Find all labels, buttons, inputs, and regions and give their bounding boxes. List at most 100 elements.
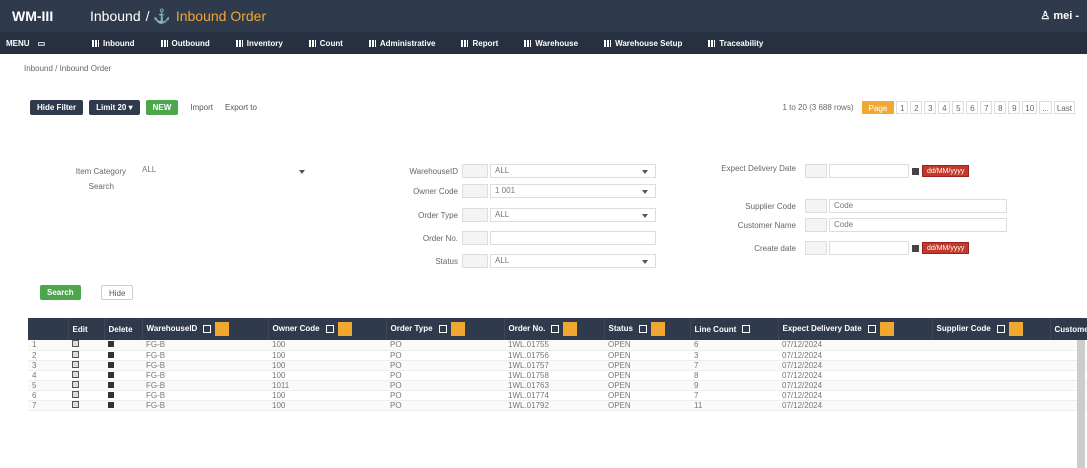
delete-icon[interactable] xyxy=(108,371,114,378)
customer-name-input[interactable]: Code xyxy=(829,218,1007,232)
user-menu[interactable]: ♙ mei - xyxy=(1040,9,1079,22)
col-line-count[interactable]: Line Count xyxy=(690,318,779,340)
menu-inventory[interactable]: Inventory xyxy=(235,39,283,48)
table-row[interactable]: 5 FG-B 1011 PO 1WL.01763 OPEN 9 07/12/2024 xyxy=(28,380,1087,391)
supplier-code-input[interactable]: Code xyxy=(829,199,1007,213)
page-4[interactable]: 4 xyxy=(938,101,951,114)
app-brand[interactable]: WM-III xyxy=(0,8,90,24)
table-row[interactable]: 4 FG-B 100 PO 1WL.01758 OPEN 8 07/12/2024 xyxy=(28,370,1087,381)
table-row[interactable]: 3 FG-B 100 PO 1WL.01757 OPEN 7 07/12/2024 xyxy=(28,360,1087,371)
col-order-no[interactable]: Order No. xyxy=(504,318,605,340)
edit-icon[interactable] xyxy=(72,350,79,358)
edit-icon[interactable] xyxy=(72,340,79,348)
delete-icon[interactable] xyxy=(108,381,114,388)
menu-administrative[interactable]: Administrative xyxy=(368,39,435,48)
edit-icon[interactable] xyxy=(72,380,79,388)
filter-icon[interactable] xyxy=(742,325,751,334)
status-op[interactable] xyxy=(462,254,488,268)
table-row[interactable]: 7 FG-B 100 PO 1WL.01792 OPEN 11 07/12/2024 xyxy=(28,400,1087,411)
vertical-scrollbar[interactable] xyxy=(1077,340,1085,468)
filter-icon[interactable] xyxy=(996,325,1005,333)
item-category-select[interactable]: ALL xyxy=(138,164,308,178)
sort-icon[interactable] xyxy=(650,322,665,336)
limit-dropdown[interactable]: Limit 20 ▾ xyxy=(89,100,140,115)
page-1[interactable]: 1 xyxy=(896,101,909,114)
page-9[interactable]: 9 xyxy=(1008,101,1021,114)
filter-icon[interactable] xyxy=(203,325,212,333)
menu-warehouse-setup[interactable]: Warehouse Setup xyxy=(604,39,682,48)
menu-toggle[interactable]: MENU ▭ xyxy=(0,39,92,48)
filter-icon[interactable] xyxy=(638,325,647,333)
edit-icon[interactable] xyxy=(72,370,79,378)
hide-button[interactable]: Hide xyxy=(101,285,134,300)
edit-icon[interactable] xyxy=(72,360,79,368)
delete-icon[interactable] xyxy=(108,401,114,408)
order-no-input[interactable] xyxy=(490,231,656,245)
filter-icon[interactable] xyxy=(438,325,447,333)
page-last[interactable]: Last xyxy=(1053,101,1075,114)
warehouse-select[interactable]: ALL xyxy=(490,164,656,178)
col-warehouse[interactable]: WarehouseID xyxy=(142,318,269,340)
page-3[interactable]: 3 xyxy=(924,101,937,114)
page-5[interactable]: 5 xyxy=(952,101,965,114)
import-link[interactable]: Import xyxy=(190,103,213,112)
status-select[interactable]: ALL xyxy=(490,254,656,268)
filter-icon[interactable] xyxy=(867,325,876,333)
delete-icon[interactable] xyxy=(108,391,114,398)
sort-icon[interactable] xyxy=(215,322,230,336)
delete-icon[interactable] xyxy=(108,361,114,368)
edit-icon[interactable] xyxy=(72,400,79,408)
customer-name-op[interactable] xyxy=(805,218,827,232)
menu-report[interactable]: Report xyxy=(461,39,498,48)
col-expect-delivery[interactable]: Expect Delivery Date xyxy=(778,318,933,340)
delete-icon[interactable] xyxy=(108,341,114,348)
menu-outbound[interactable]: Outbound xyxy=(160,39,210,48)
hide-filter-button[interactable]: Hide Filter xyxy=(30,100,84,115)
header-section[interactable]: Inbound xyxy=(90,8,141,24)
col-supplier-code[interactable]: Supplier Code xyxy=(932,318,1051,340)
create-date-input[interactable] xyxy=(829,241,909,255)
owner-code-select[interactable]: 1 001 xyxy=(490,184,656,198)
order-type-op[interactable] xyxy=(462,208,488,222)
edit-icon[interactable] xyxy=(72,390,79,398)
supplier-code-op[interactable] xyxy=(805,199,827,213)
order-type-select[interactable]: ALL xyxy=(490,208,656,222)
owner-code-op[interactable] xyxy=(462,184,488,198)
table-row[interactable]: 6 FG-B 100 PO 1WL.01774 OPEN 7 07/12/2024 xyxy=(28,390,1087,401)
col-owner-code[interactable]: Owner Code xyxy=(268,318,387,340)
col-status[interactable]: Status xyxy=(604,318,691,340)
menu-count[interactable]: Count xyxy=(308,39,343,48)
page-select[interactable]: Page xyxy=(861,101,895,114)
col-customer[interactable]: Custome xyxy=(1050,318,1087,340)
page-2[interactable]: 2 xyxy=(910,101,923,114)
create-date-value[interactable]: dd/MM/yyyy xyxy=(922,242,970,254)
table-row[interactable]: 1 FG-B 100 PO 1WL.01755 OPEN 6 07/12/2024 xyxy=(28,340,1087,351)
calendar-icon[interactable] xyxy=(912,245,919,252)
page-8[interactable]: 8 xyxy=(994,101,1007,114)
new-button[interactable]: NEW xyxy=(145,100,179,115)
table-row[interactable]: 2 FG-B 100 PO 1WL.01756 OPEN 3 07/12/2024 xyxy=(28,350,1087,361)
menu-warehouse[interactable]: Warehouse xyxy=(524,39,578,48)
filter-icon[interactable] xyxy=(325,325,334,333)
page-10[interactable]: 10 xyxy=(1022,101,1038,114)
expect-delivery-date[interactable]: dd/MM/yyyy xyxy=(922,165,970,177)
sort-icon[interactable] xyxy=(337,322,352,336)
order-no-op[interactable] xyxy=(462,231,488,245)
expect-delivery-input[interactable] xyxy=(829,164,909,178)
sort-icon[interactable] xyxy=(879,322,894,336)
sort-icon[interactable] xyxy=(1008,322,1023,336)
expect-delivery-op[interactable] xyxy=(805,164,827,178)
sort-icon[interactable] xyxy=(563,322,578,336)
create-date-op[interactable] xyxy=(805,241,827,255)
page-7[interactable]: 7 xyxy=(980,101,993,114)
menu-traceability[interactable]: Traceability xyxy=(708,39,763,48)
filter-icon[interactable] xyxy=(551,325,560,333)
warehouse-op[interactable] xyxy=(462,164,488,178)
page-6[interactable]: 6 xyxy=(966,101,979,114)
export-link[interactable]: Export to xyxy=(225,103,257,112)
col-order-type[interactable]: Order Type xyxy=(386,318,505,340)
calendar-icon[interactable] xyxy=(912,168,919,175)
menu-inbound[interactable]: Inbound xyxy=(92,39,135,48)
sort-icon[interactable] xyxy=(450,322,465,336)
search-button[interactable]: Search xyxy=(40,285,81,300)
